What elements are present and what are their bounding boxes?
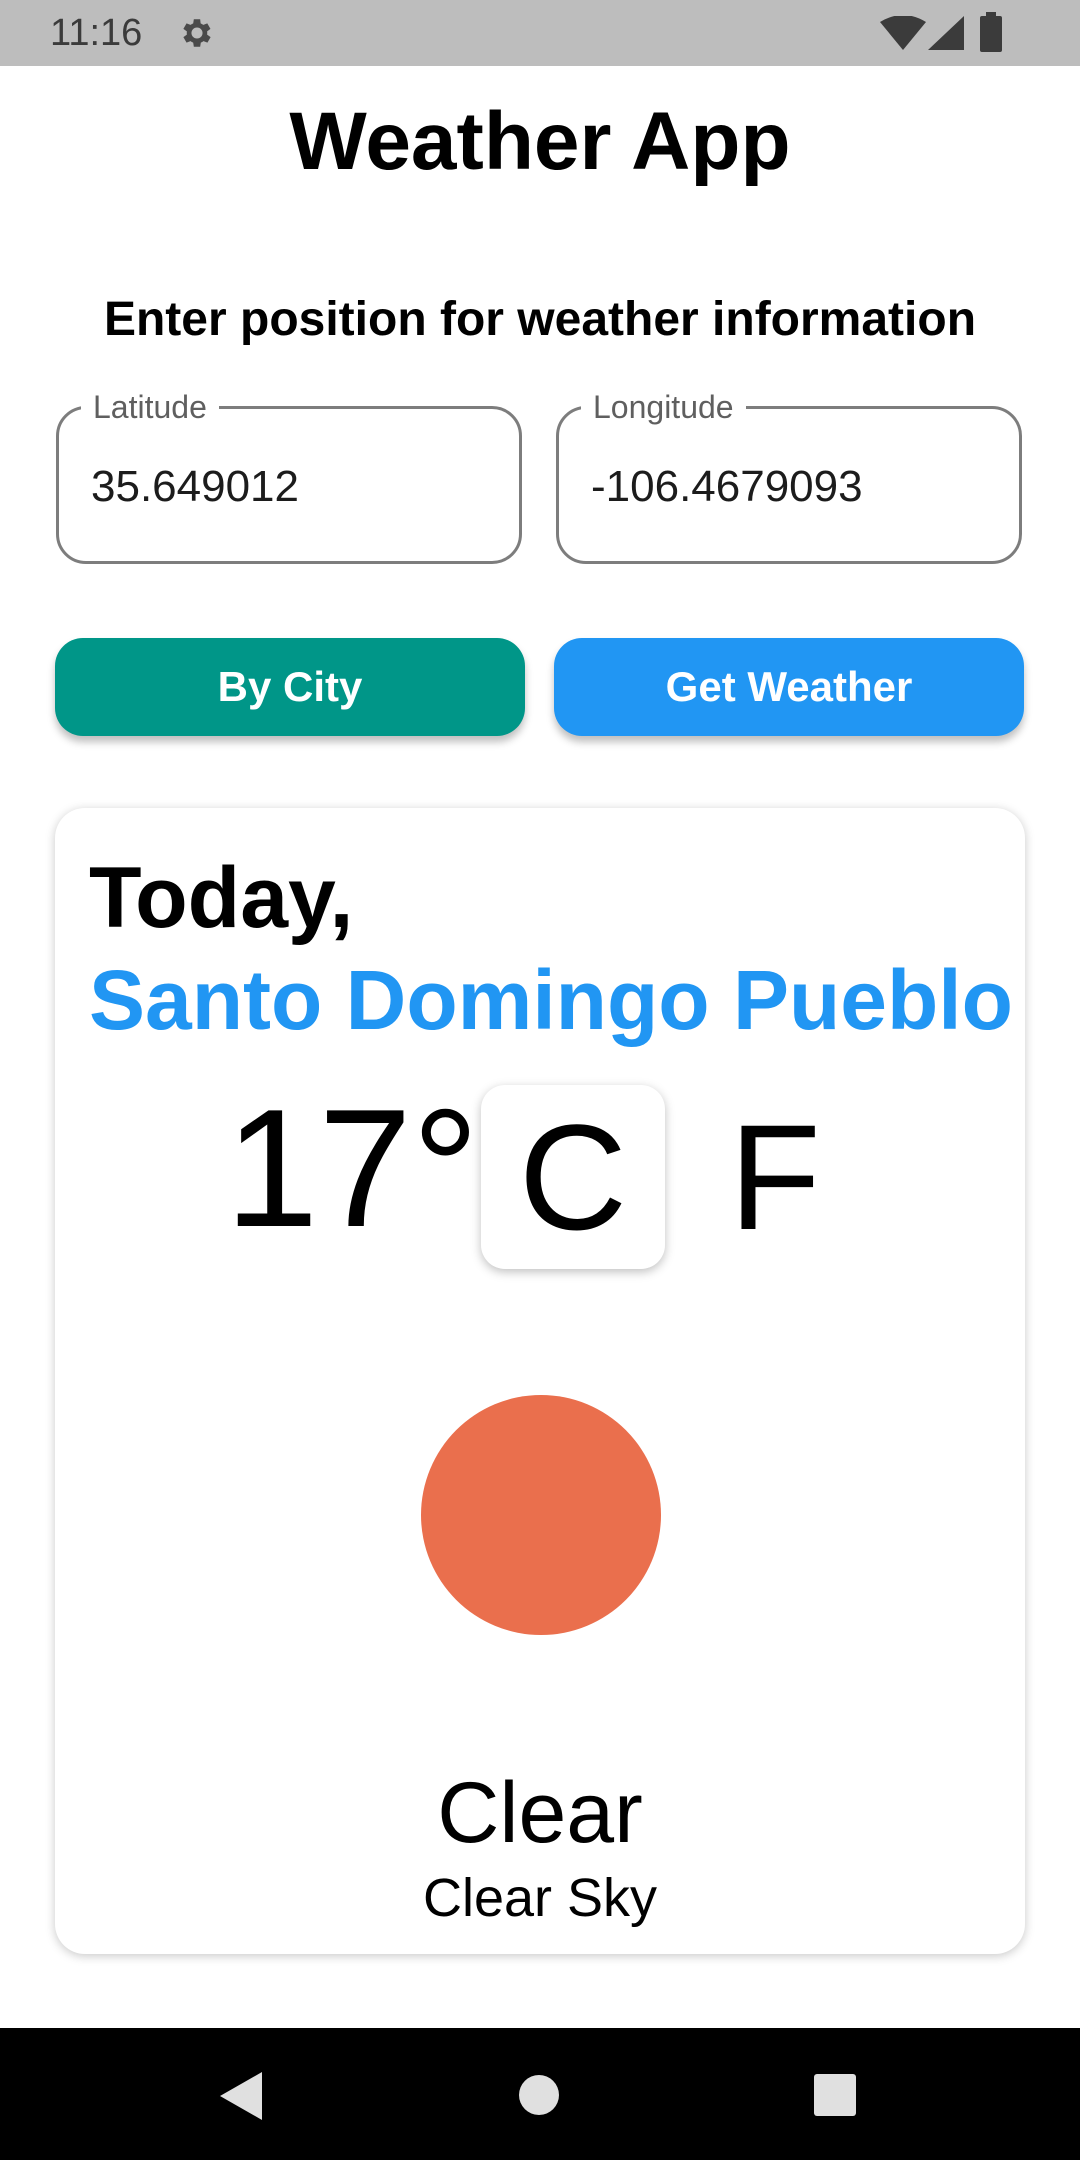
get-weather-button[interactable]: Get Weather bbox=[554, 638, 1024, 736]
temperature-row: 17° C F bbox=[55, 1073, 1025, 1273]
status-time: 11:16 bbox=[50, 12, 143, 54]
longitude-field[interactable]: Longitude bbox=[556, 387, 1022, 564]
sun-icon bbox=[421, 1395, 661, 1635]
longitude-label: Longitude bbox=[581, 387, 746, 427]
latitude-label: Latitude bbox=[81, 387, 219, 427]
wifi-icon bbox=[880, 16, 926, 50]
navigation-bar bbox=[0, 2028, 1080, 2160]
recents-icon[interactable] bbox=[814, 2074, 856, 2116]
home-icon[interactable] bbox=[518, 2074, 560, 2116]
by-city-button[interactable]: By City bbox=[55, 638, 525, 736]
temperature-value: 17° bbox=[225, 1074, 480, 1262]
latitude-field[interactable]: Latitude bbox=[56, 387, 522, 564]
signal-icon bbox=[928, 16, 964, 50]
status-bar: 11:16 bbox=[0, 0, 1080, 66]
back-icon[interactable] bbox=[220, 2072, 262, 2120]
weather-card: Today, Santo Domingo Pueblo 17° C F Clea… bbox=[55, 808, 1025, 1954]
city-name: Santo Domingo Pueblo bbox=[89, 953, 1013, 1047]
gear-icon bbox=[183, 19, 211, 47]
app-title: Weather App bbox=[289, 96, 791, 187]
battery-icon bbox=[980, 12, 1002, 52]
longitude-input[interactable] bbox=[591, 459, 991, 515]
weather-description: Clear Sky bbox=[422, 1868, 658, 1928]
weather-condition: Clear bbox=[437, 1765, 643, 1861]
fahrenheit-toggle[interactable]: F bbox=[715, 1085, 835, 1269]
page-subtitle: Enter position for weather information bbox=[103, 293, 977, 346]
latitude-input[interactable] bbox=[91, 459, 491, 515]
day-label: Today, bbox=[89, 850, 354, 946]
celsius-toggle[interactable]: C bbox=[481, 1085, 665, 1269]
